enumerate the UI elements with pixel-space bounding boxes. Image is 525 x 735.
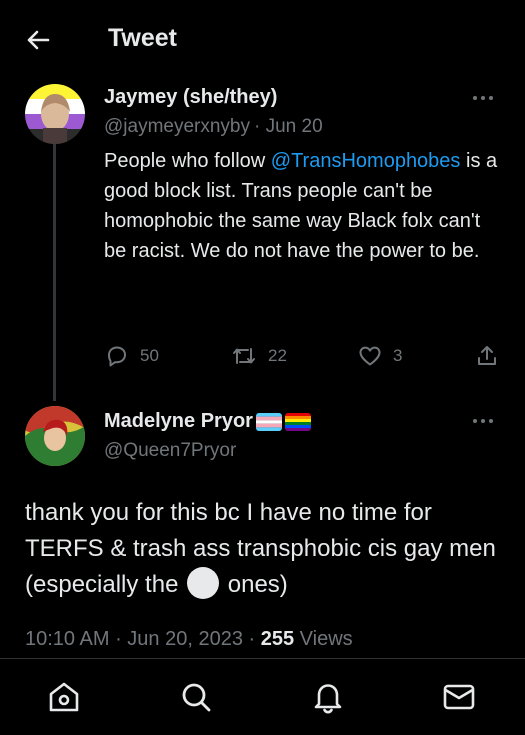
nav-messages[interactable] bbox=[441, 679, 477, 715]
mention-link[interactable]: @TransHomophobes bbox=[271, 150, 461, 172]
like-button[interactable]: 3 bbox=[357, 340, 402, 372]
reply-button[interactable]: 50 bbox=[104, 340, 159, 372]
author-handle[interactable]: @jaymeyerxnyby bbox=[104, 116, 250, 138]
notifications-icon bbox=[314, 684, 342, 714]
rainbow-flag-emoji bbox=[284, 412, 311, 431]
tweet-date[interactable]: · Jun 20 bbox=[254, 116, 323, 138]
share-icon bbox=[478, 346, 496, 365]
share-button[interactable] bbox=[474, 340, 500, 372]
reply-count: 50 bbox=[140, 346, 159, 365]
avatar[interactable] bbox=[25, 84, 85, 144]
reply-icon bbox=[108, 346, 126, 367]
avatar[interactable] bbox=[25, 406, 85, 466]
retweet-icon bbox=[233, 348, 255, 364]
reply-author-handle[interactable]: @Queen7Pryor bbox=[104, 440, 236, 462]
nav-notifications[interactable] bbox=[310, 679, 346, 715]
like-count: 3 bbox=[393, 346, 403, 365]
white-circle-emoji bbox=[187, 567, 220, 599]
heart-icon bbox=[359, 346, 381, 366]
tweet-actions: 50 22 3 bbox=[0, 340, 525, 372]
author-meta: @jaymeyerxnyby · Jun 20 bbox=[104, 116, 323, 138]
top-bar: Tweet bbox=[0, 0, 525, 78]
page-title: Tweet bbox=[108, 24, 177, 52]
reply-time[interactable]: 10:10 AM bbox=[25, 628, 110, 650]
reply-author-row: Madelyne Pryor bbox=[104, 410, 311, 433]
views-label: Views bbox=[299, 628, 353, 650]
nav-search[interactable] bbox=[178, 679, 214, 715]
retweet-count: 22 bbox=[268, 346, 287, 365]
back-button[interactable] bbox=[22, 24, 54, 56]
home-icon bbox=[49, 682, 79, 712]
bottom-nav bbox=[0, 658, 525, 735]
reply-text-after: ones) bbox=[221, 571, 288, 598]
reply-text: thank you for this bc I have no time for… bbox=[25, 495, 505, 603]
trans-flag-emoji bbox=[255, 412, 282, 431]
reply-date[interactable]: Jun 20, 2023 bbox=[127, 628, 243, 650]
arrow-left-icon bbox=[27, 30, 50, 50]
messages-icon bbox=[443, 684, 475, 710]
tweet-text: People who follow @TransHomophobes is a … bbox=[104, 146, 504, 266]
author-name[interactable]: Jaymey (she/they) bbox=[104, 86, 277, 109]
tweet-text-before: People who follow bbox=[104, 150, 271, 172]
retweet-button[interactable]: 22 bbox=[230, 340, 287, 372]
avatar-image bbox=[25, 84, 85, 144]
views-count: 255 bbox=[260, 628, 295, 650]
more-options-button[interactable] bbox=[472, 411, 500, 431]
avatar-image bbox=[25, 406, 85, 466]
search-icon bbox=[182, 683, 211, 712]
reply-author-name[interactable]: Madelyne Pryor bbox=[104, 410, 253, 433]
nav-home[interactable] bbox=[46, 679, 82, 715]
reply-meta: 10:10 AM · Jun 20, 2023 · 255 Views bbox=[25, 628, 353, 650]
more-options-button[interactable] bbox=[472, 88, 500, 108]
